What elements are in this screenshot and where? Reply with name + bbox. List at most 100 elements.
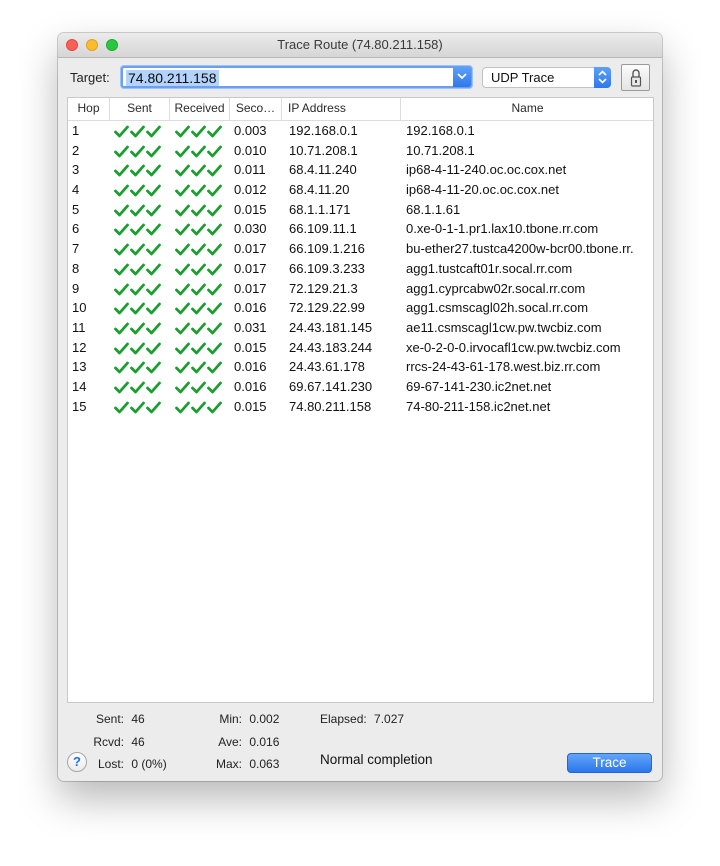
received-checks <box>175 204 223 217</box>
sent-checks <box>114 401 162 414</box>
table-row[interactable]: 13 0.016 24.43.61.178 rrcs-24-43-61-178.wes… <box>68 357 653 377</box>
received-checks <box>175 302 223 315</box>
sent-checks <box>114 223 162 236</box>
check-icon <box>207 283 222 295</box>
up-down-chevron-icon <box>598 70 607 84</box>
check-icon <box>114 381 129 394</box>
check-icon <box>191 164 206 177</box>
hop-cell: 9 <box>72 280 80 296</box>
check-icon <box>175 164 190 177</box>
hop-cell: 15 <box>72 398 87 414</box>
lock-button[interactable] <box>621 64 650 91</box>
check-icon <box>191 145 206 158</box>
table-row[interactable]: 3 0.011 68.4.11.240 ip68-4-11-240.oc.oc.cox… <box>68 160 653 180</box>
seconds-cell: 0.011 <box>234 162 266 178</box>
sent-checks <box>114 342 162 355</box>
sent-checks <box>114 381 162 394</box>
ip-address-cell: 24.43.61.178 <box>289 359 365 375</box>
hop-cell: 13 <box>72 359 87 375</box>
table-row[interactable]: 14 0.016 69.67.141.230 69-67-141-230.ic2net… <box>68 377 653 397</box>
ip-address-cell: 10.71.208.1 <box>289 142 358 158</box>
check-icon <box>146 243 161 256</box>
hop-cell: 8 <box>72 260 80 276</box>
check-icon <box>130 184 145 197</box>
received-checks <box>175 184 223 197</box>
target-combo-box[interactable]: 74.80.211.158 <box>121 66 472 88</box>
sent-checks <box>114 302 162 315</box>
check-icon <box>114 204 129 217</box>
table-row[interactable]: 12 0.015 24.43.183.244 xe-0-2-0-0.irvocafl1… <box>68 338 653 358</box>
check-icon <box>207 224 222 236</box>
lost-value: 0 (0%) <box>131 757 167 771</box>
trace-type-arrows[interactable] <box>594 67 611 88</box>
check-icon <box>146 224 161 236</box>
ave-value: 0.016 <box>249 735 280 749</box>
table-row[interactable]: 8 0.017 66.109.3.233 agg1.tustcaft01r.socal… <box>68 259 653 279</box>
check-icon <box>175 361 190 374</box>
hop-cell: 7 <box>72 241 80 257</box>
status-bar: Sent: 46 Rcvd: 46 Lost: 0 (0%) Min: 0.00… <box>58 703 662 781</box>
check-icon <box>114 283 129 295</box>
sent-checks <box>114 184 162 197</box>
name-cell: agg1.tustcaft01r.socal.rr.com <box>406 260 573 276</box>
received-checks <box>175 361 223 374</box>
check-icon <box>130 401 145 414</box>
check-icon <box>114 224 129 236</box>
table-row[interactable]: 10 0.016 72.129.22.99 agg1.csmscagl02h.soca… <box>68 298 653 318</box>
check-icon <box>114 164 129 177</box>
name-cell: bu-ether27.tustca4200w-bcr00.tbone.rr. <box>406 241 634 257</box>
check-icon <box>207 302 222 315</box>
table-row[interactable]: 11 0.031 24.43.181.145 ae11.csmscagl1cw.pw.… <box>68 318 653 338</box>
table-row[interactable]: 7 0.017 66.109.1.216 bu-ether27.tustca4200w… <box>68 239 653 259</box>
check-icon <box>175 283 190 295</box>
check-icon <box>175 125 190 138</box>
check-icon <box>191 302 206 315</box>
received-checks <box>175 223 223 236</box>
received-checks <box>175 322 223 335</box>
table-row[interactable]: 1 0.003 192.168.0.1 192.168.0.1 <box>68 121 653 141</box>
check-icon <box>114 302 129 315</box>
check-icon <box>207 342 222 354</box>
hop-cell: 6 <box>72 221 80 237</box>
table-row[interactable]: 15 0.015 74.80.211.158 74-80-211-158.ic2net… <box>68 397 653 417</box>
stat-sent: Sent: 46 <box>76 712 145 726</box>
check-icon <box>175 145 190 158</box>
table-row[interactable]: 2 0.010 10.71.208.1 10.71.208.1 <box>68 141 653 161</box>
column-header-seconds[interactable]: Seco… <box>230 98 282 120</box>
table-row[interactable]: 6 0.030 66.109.11.1 0.xe-0-1-1.pr1.lax10.tb… <box>68 219 653 239</box>
column-header-ip-address[interactable]: IP Address <box>282 98 401 120</box>
table-row[interactable]: 9 0.017 72.129.21.3 agg1.cyprcabw02r.socal.… <box>68 279 653 299</box>
ip-address-cell: 68.1.1.171 <box>289 201 351 217</box>
table-row[interactable]: 4 0.012 68.4.11.20 ip68-4-11-20.oc.oc.cox.n… <box>68 180 653 200</box>
stat-ave: Ave: 0.016 <box>200 735 279 749</box>
check-icon <box>146 283 161 295</box>
check-icon <box>207 263 222 276</box>
hops-table[interactable]: Hop Sent Received Seco… IP Address Name … <box>67 97 654 703</box>
check-icon <box>207 243 222 256</box>
seconds-cell: 0.016 <box>234 300 267 316</box>
table-row[interactable]: 5 0.015 68.1.1.171 68.1.1.61 <box>68 200 653 220</box>
sent-checks <box>114 283 162 296</box>
received-checks <box>175 145 223 158</box>
help-button[interactable]: ? <box>67 752 87 772</box>
column-header-hop[interactable]: Hop <box>68 98 110 120</box>
hop-cell: 14 <box>72 378 87 394</box>
target-dropdown-button[interactable] <box>453 67 471 87</box>
check-icon <box>130 204 145 217</box>
ip-address-cell: 24.43.183.244 <box>289 339 373 355</box>
trace-button[interactable]: Trace <box>567 753 652 773</box>
check-icon <box>130 361 145 374</box>
column-header-sent[interactable]: Sent <box>110 98 170 120</box>
target-input[interactable]: 74.80.211.158 <box>126 70 219 86</box>
ip-address-cell: 66.109.1.216 <box>289 241 365 257</box>
elapsed-label: Elapsed: <box>320 712 367 726</box>
title-bar: Trace Route (74.80.211.158) <box>58 33 662 58</box>
column-header-received[interactable]: Received <box>170 98 230 120</box>
column-header-name[interactable]: Name <box>402 98 653 120</box>
check-icon <box>146 401 161 414</box>
check-icon <box>146 263 161 276</box>
check-icon <box>114 342 129 354</box>
trace-type-select[interactable]: UDP Trace <box>482 67 611 88</box>
hop-cell: 3 <box>72 162 80 178</box>
check-icon <box>114 125 129 138</box>
